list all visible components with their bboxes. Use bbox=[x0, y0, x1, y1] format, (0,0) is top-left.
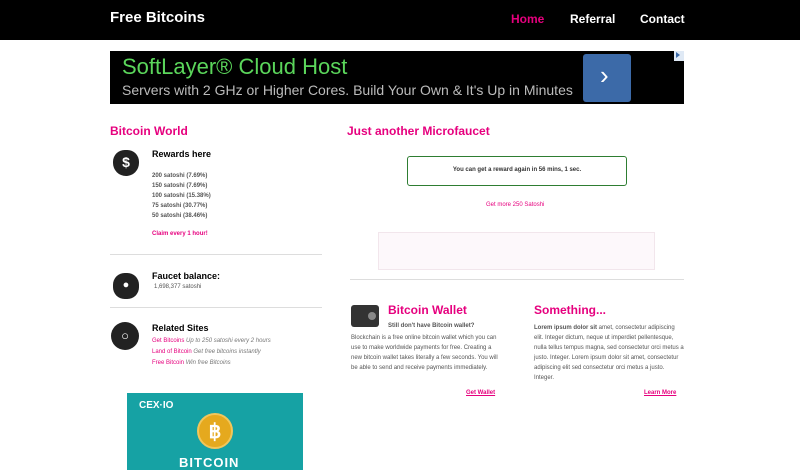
wallet-icon bbox=[351, 305, 379, 327]
ad-placeholder bbox=[378, 232, 655, 270]
get-more-link[interactable]: Get more 250 Satoshi bbox=[486, 202, 544, 208]
notice-text: You can get a reward again in 56 mins, 1… bbox=[452, 167, 582, 173]
claim-text: Claim every 1 hour! bbox=[152, 231, 208, 237]
reward-item: 50 satoshi (38.46%) bbox=[152, 213, 208, 219]
ad-choices-icon[interactable] bbox=[674, 51, 684, 61]
globe-icon: ○ bbox=[111, 322, 139, 350]
related-desc: Win free Bitcoins bbox=[185, 360, 231, 366]
balance-value: 1,698,377 satoshi bbox=[154, 284, 202, 290]
divider bbox=[110, 254, 322, 255]
brand-logo[interactable]: Free Bitcoins bbox=[110, 9, 205, 26]
reward-item: 75 satoshi (30.77%) bbox=[152, 203, 208, 209]
rewards-list: 200 satoshi (7.69%) 150 satoshi (7.69%) … bbox=[152, 171, 292, 221]
wallet-title: Bitcoin Wallet bbox=[388, 303, 467, 317]
related-desc: Get free bitcoins instantly bbox=[193, 349, 261, 355]
related-sites-list: Get Bitcoins Up to 250 satoshi every 2 h… bbox=[152, 336, 332, 369]
sidebar-title: Bitcoin World bbox=[110, 124, 188, 138]
learn-more-link[interactable]: Learn More bbox=[644, 390, 676, 396]
nav-home[interactable]: Home bbox=[511, 12, 544, 26]
something-text: amet, consectetur adipiscing elit. Integ… bbox=[534, 325, 684, 381]
something-bold: Lorem ipsum dolor sit bbox=[534, 325, 598, 331]
divider bbox=[350, 279, 684, 280]
rewards-title: Rewards here bbox=[152, 149, 212, 159]
money-bag-icon: $ bbox=[113, 150, 139, 176]
nav-referral[interactable]: Referral bbox=[570, 12, 615, 26]
related-link[interactable]: Land of Bitcoin bbox=[152, 349, 192, 355]
related-item: Land of Bitcoin Get free bitcoins instan… bbox=[152, 347, 332, 358]
top-navbar: Free Bitcoins Home Referral Contact bbox=[0, 0, 800, 40]
ad-subtitle[interactable]: Servers with 2 GHz or Higher Cores. Buil… bbox=[122, 82, 573, 98]
wallet-description: Blockchain is a free online bitcoin wall… bbox=[351, 335, 498, 371]
piggy-bank-icon: ● bbox=[113, 273, 139, 299]
reward-item: 100 satoshi (15.38%) bbox=[152, 193, 211, 199]
chevron-right-icon: › bbox=[600, 60, 609, 90]
reward-item: 200 satoshi (7.69%) bbox=[152, 173, 208, 179]
divider bbox=[110, 307, 322, 308]
related-link[interactable]: Free Bitcoin bbox=[152, 360, 184, 366]
something-description: Lorem ipsum dolor sit amet, consectetur … bbox=[534, 323, 684, 383]
reward-item: 150 satoshi (7.69%) bbox=[152, 183, 208, 189]
ad-title[interactable]: SoftLayer® Cloud Host bbox=[122, 54, 347, 80]
cex-ad-banner[interactable]: CEX·IO ฿ BITCOIN bbox=[127, 393, 303, 470]
ad-banner[interactable]: SoftLayer® Cloud Host Servers with 2 GHz… bbox=[110, 51, 684, 104]
balance-title: Faucet balance: bbox=[152, 271, 221, 281]
related-item: Get Bitcoins Up to 250 satoshi every 2 h… bbox=[152, 336, 332, 347]
reward-timer-notice: You can get a reward again in 56 mins, 1… bbox=[407, 156, 627, 186]
bitcoin-coin-icon: ฿ bbox=[197, 413, 233, 449]
related-title: Related Sites bbox=[152, 323, 209, 333]
wallet-subtitle: Still don't have Bitcoin wallet? bbox=[388, 323, 475, 329]
related-item: Free Bitcoin Win free Bitcoins bbox=[152, 358, 332, 369]
ad-arrow-button[interactable]: › bbox=[583, 54, 631, 102]
cex-logo: CEX·IO bbox=[139, 400, 174, 411]
get-wallet-link[interactable]: Get Wallet bbox=[466, 390, 495, 396]
related-link[interactable]: Get Bitcoins bbox=[152, 338, 184, 344]
something-title: Something... bbox=[534, 303, 606, 317]
nav-contact[interactable]: Contact bbox=[640, 12, 685, 26]
related-desc: Up to 250 satoshi every 2 hours bbox=[186, 338, 271, 344]
cex-banner-text: BITCOIN bbox=[179, 455, 240, 470]
main-title: Just another Microfaucet bbox=[347, 124, 490, 138]
